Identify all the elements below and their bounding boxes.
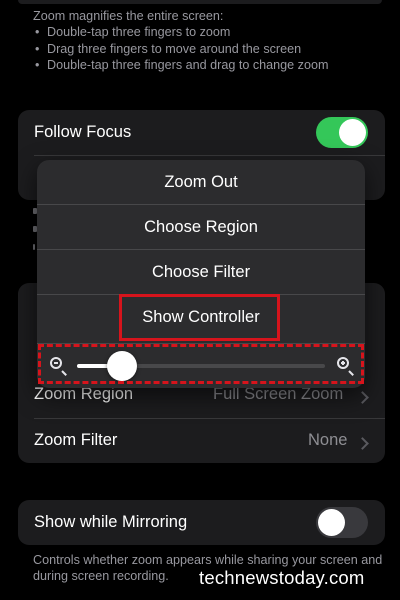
row-separator bbox=[34, 155, 385, 156]
zoom-tip: Double-tap three fingers to zoom bbox=[33, 24, 383, 41]
previous-card-edge bbox=[18, 0, 382, 4]
mirroring-card: Show while Mirroring bbox=[18, 500, 385, 545]
zoom-description: Zoom magnifies the entire screen: Double… bbox=[33, 8, 383, 74]
menu-item-zoom-out[interactable]: Zoom Out bbox=[37, 160, 365, 204]
zoom-filter-value[interactable]: None bbox=[308, 431, 347, 450]
zoom-slider-highlight bbox=[38, 344, 364, 384]
zoom-tip: Double-tap three fingers and drag to cha… bbox=[33, 57, 383, 74]
watermark: technewstoday.com bbox=[199, 567, 365, 588]
row-separator bbox=[34, 418, 385, 419]
menu-item-choose-region[interactable]: Choose Region bbox=[37, 205, 365, 249]
toggle-knob bbox=[318, 509, 345, 536]
menu-item-choose-filter[interactable]: Choose Filter bbox=[37, 250, 365, 294]
show-while-mirroring-toggle[interactable] bbox=[316, 507, 368, 538]
chevron-right-icon bbox=[356, 437, 369, 450]
obscured-text bbox=[33, 244, 35, 250]
show-controller-highlight bbox=[119, 294, 280, 341]
toggle-knob bbox=[339, 119, 366, 146]
show-while-mirroring-label: Show while Mirroring bbox=[34, 513, 188, 531]
follow-focus-toggle[interactable] bbox=[316, 117, 368, 148]
zoom-description-heading: Zoom magnifies the entire screen: bbox=[33, 9, 224, 23]
chevron-right-icon bbox=[356, 391, 369, 404]
zoom-filter-label: Zoom Filter bbox=[34, 431, 118, 449]
zoom-tip: Drag three fingers to move around the sc… bbox=[33, 41, 383, 58]
follow-focus-label: Follow Focus bbox=[34, 123, 132, 141]
